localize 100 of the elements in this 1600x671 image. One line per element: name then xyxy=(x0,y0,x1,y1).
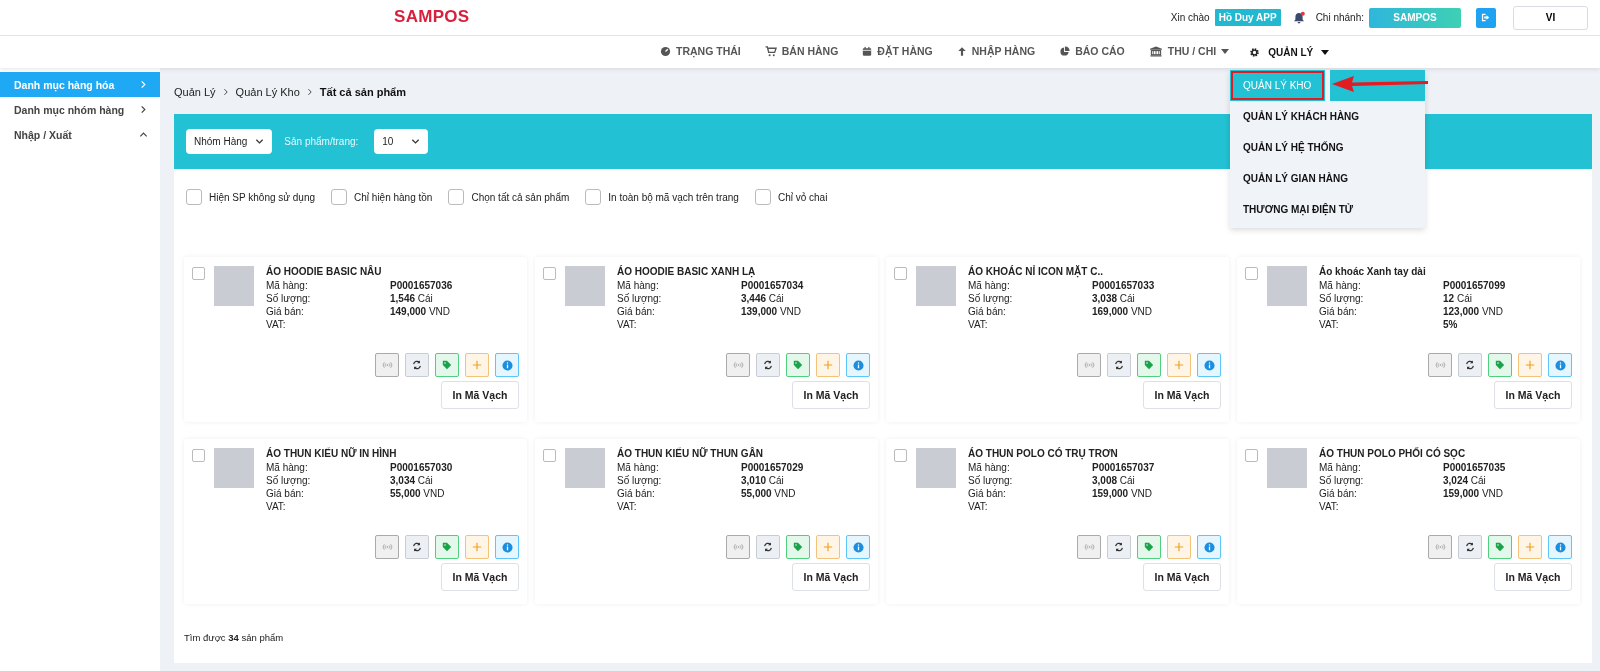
breadcrumb-link[interactable]: Quản Lý xyxy=(174,86,216,98)
add-button[interactable] xyxy=(816,353,840,377)
checkbox[interactable] xyxy=(543,267,556,280)
field-label: Mã hàng: xyxy=(968,279,1011,292)
rfid-button[interactable] xyxy=(375,535,399,559)
print-barcode-button[interactable]: In Mã Vạch xyxy=(1143,381,1221,409)
info-button[interactable] xyxy=(495,353,519,377)
refresh-button[interactable] xyxy=(1107,353,1131,377)
refresh-button[interactable] xyxy=(756,353,780,377)
print-barcode-button[interactable]: In Mã Vạch xyxy=(792,563,870,591)
field-label: VAT: xyxy=(617,318,638,331)
checkbox[interactable] xyxy=(1245,449,1258,462)
breadcrumb-link[interactable]: Quản Lý Kho xyxy=(235,86,300,98)
checkbox[interactable] xyxy=(585,189,602,205)
nav-tab[interactable]: ĐẶT HÀNG xyxy=(850,36,945,68)
nav-tab[interactable]: BÁN HÀNG xyxy=(752,36,851,68)
add-button[interactable] xyxy=(465,535,489,559)
signal-icon xyxy=(732,543,744,551)
refresh-button[interactable] xyxy=(405,535,429,559)
rfid-button[interactable] xyxy=(726,535,750,559)
tag-button[interactable] xyxy=(1137,535,1161,559)
nav-tab[interactable]: NHẬP HÀNG xyxy=(944,36,1048,68)
caret-down-icon xyxy=(1221,48,1230,54)
info-button[interactable] xyxy=(1197,353,1221,377)
chevron-right-icon xyxy=(305,88,314,96)
product-code: P0001657037 xyxy=(1092,461,1155,474)
info-button[interactable] xyxy=(846,353,870,377)
building-icon xyxy=(1148,45,1163,57)
tag-icon xyxy=(442,360,452,370)
photo-placeholder xyxy=(214,448,254,488)
add-button[interactable] xyxy=(465,353,489,377)
tag-button[interactable] xyxy=(435,535,459,559)
logout-icon xyxy=(1480,12,1492,23)
language-button[interactable]: VI xyxy=(1513,5,1588,30)
nav-tab[interactable]: THU / CHI xyxy=(1136,36,1242,68)
print-barcode-button[interactable]: In Mã Vạch xyxy=(441,381,519,409)
field-label: Giá bán: xyxy=(617,305,656,318)
per-page-select[interactable]: 10 xyxy=(374,129,429,154)
refresh-icon xyxy=(1114,542,1124,552)
refresh-button[interactable] xyxy=(1107,535,1131,559)
logout-button[interactable] xyxy=(1476,7,1496,28)
info-button[interactable] xyxy=(1548,353,1572,377)
refresh-button[interactable] xyxy=(756,535,780,559)
sidebar-item[interactable]: Danh mục nhóm hàng xyxy=(0,97,160,122)
tag-button[interactable] xyxy=(1488,535,1512,559)
rfid-button[interactable] xyxy=(375,353,399,377)
checkbox[interactable] xyxy=(192,267,205,280)
checkbox[interactable] xyxy=(894,449,907,462)
menu-item[interactable]: QUẢN LÝ HỆ THỐNG xyxy=(1230,132,1425,163)
settings-icon xyxy=(1249,46,1261,58)
tag-button[interactable] xyxy=(786,535,810,559)
product-price: 169,000 VND xyxy=(1092,305,1153,318)
tag-button[interactable] xyxy=(1137,353,1161,377)
info-button[interactable] xyxy=(1197,535,1221,559)
refresh-button[interactable] xyxy=(1458,535,1482,559)
add-button[interactable] xyxy=(1518,535,1542,559)
checkbox[interactable] xyxy=(894,267,907,280)
checkbox-label: Chỉ vỏ chai xyxy=(777,191,828,203)
add-button[interactable] xyxy=(1167,353,1191,377)
checkbox[interactable] xyxy=(186,189,202,205)
refresh-button[interactable] xyxy=(405,353,429,377)
plus-icon xyxy=(1174,542,1184,552)
rfid-button[interactable] xyxy=(1077,353,1101,377)
info-button[interactable] xyxy=(1548,535,1572,559)
tag-button[interactable] xyxy=(786,353,810,377)
checkbox[interactable] xyxy=(192,449,205,462)
menu-item[interactable]: QUẢN LÝ KHÁCH HÀNG xyxy=(1230,101,1425,132)
checkbox[interactable] xyxy=(754,189,771,205)
photo-placeholder xyxy=(916,448,956,488)
menu-item[interactable]: THƯƠNG MẠI ĐIỆN TỬ xyxy=(1230,194,1425,225)
group-select[interactable]: Nhóm Hàng xyxy=(186,129,273,154)
rfid-button[interactable] xyxy=(1428,353,1452,377)
sidebar-item[interactable]: Nhập / Xuất xyxy=(0,122,160,147)
menu-item[interactable]: QUẢN LÝ GIAN HÀNG xyxy=(1230,163,1425,194)
rfid-button[interactable] xyxy=(1077,535,1101,559)
checkbox[interactable] xyxy=(1245,267,1258,280)
add-button[interactable] xyxy=(1518,353,1542,377)
print-barcode-button[interactable]: In Mã Vạch xyxy=(792,381,870,409)
refresh-button[interactable] xyxy=(1458,353,1482,377)
nav-tab[interactable]: BÁO CÁO xyxy=(1047,36,1137,68)
checkbox[interactable] xyxy=(543,449,556,462)
tag-button[interactable] xyxy=(1488,353,1512,377)
rfid-button[interactable] xyxy=(726,353,750,377)
add-button[interactable] xyxy=(1167,535,1191,559)
print-barcode-button[interactable]: In Mã Vạch xyxy=(1494,381,1572,409)
checkbox[interactable] xyxy=(448,189,465,205)
print-barcode-button[interactable]: In Mã Vạch xyxy=(1143,563,1221,591)
info-button[interactable] xyxy=(495,535,519,559)
print-barcode-button[interactable]: In Mã Vạch xyxy=(441,563,519,591)
field-label: VAT: xyxy=(617,500,638,513)
print-barcode-button[interactable]: In Mã Vạch xyxy=(1494,563,1572,591)
checkbox[interactable] xyxy=(331,189,348,205)
rfid-button[interactable] xyxy=(1428,535,1452,559)
tag-button[interactable] xyxy=(435,353,459,377)
pie-chart-icon xyxy=(1059,45,1071,57)
add-button[interactable] xyxy=(816,535,840,559)
plus-icon xyxy=(472,542,482,552)
nav-tab[interactable]: TRẠNG THÁI xyxy=(648,36,753,68)
info-button[interactable] xyxy=(846,535,870,559)
refresh-icon xyxy=(763,360,773,370)
